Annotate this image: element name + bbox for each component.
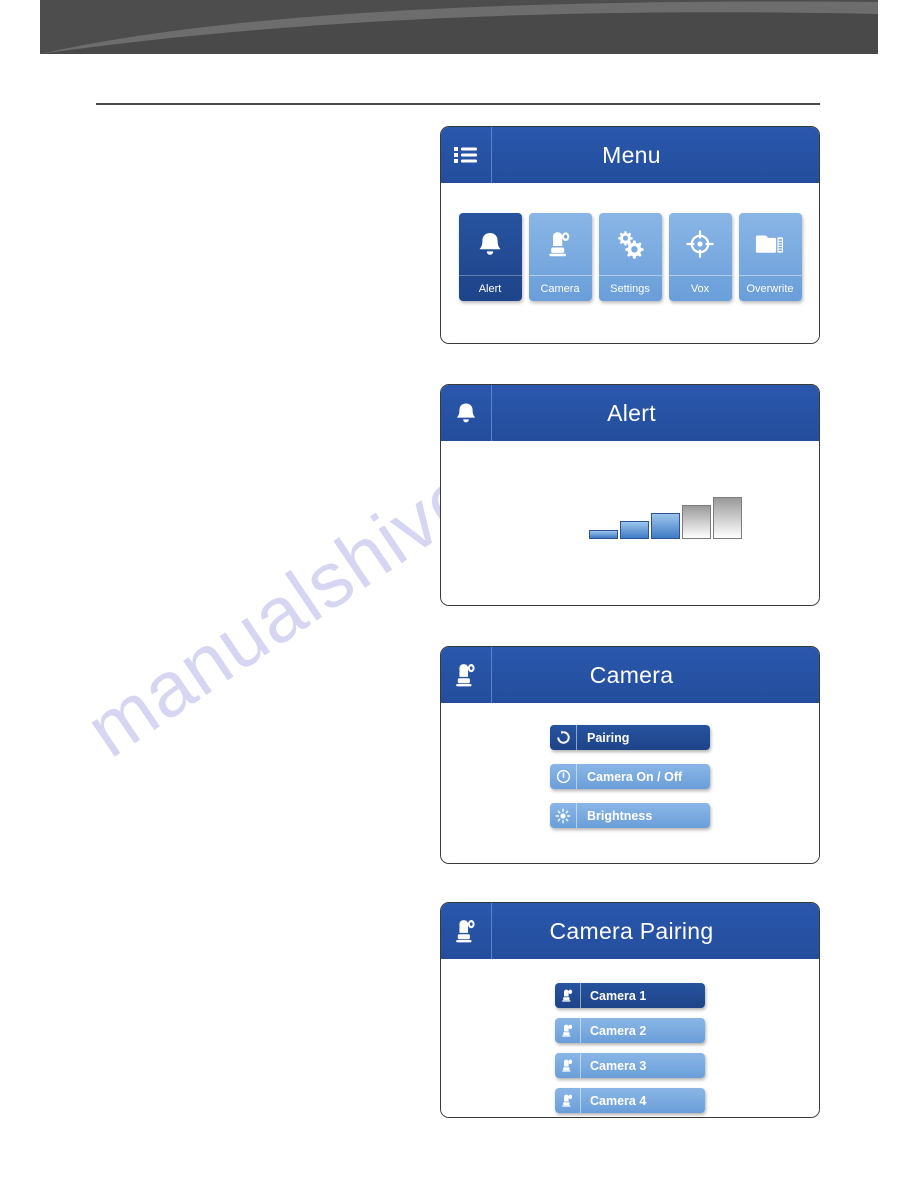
camera-option-list: Pairing Camera On / Off Brightness — [441, 703, 819, 828]
folder-sd-icon — [739, 213, 802, 275]
refresh-circle-icon — [550, 725, 577, 750]
camera-title-bar: Camera — [441, 647, 819, 703]
menu-tile-row: Alert Camera Settings Vox Overwrite — [441, 183, 819, 301]
alert-title-text: Alert — [607, 399, 656, 426]
bell-glyph — [456, 403, 476, 423]
camera-option-on-off-label: Camera On / Off — [587, 769, 683, 784]
pairing-title-bar: Camera Pairing — [441, 903, 819, 959]
camera-glyph — [456, 919, 475, 943]
menu-tile-alert-label: Alert — [458, 275, 522, 301]
screen-camera: Camera Pairing Camera On / Off Brightnes… — [440, 646, 820, 864]
pairing-camera-4-label: Camera 4 — [590, 1093, 647, 1108]
page-header-banner — [40, 0, 878, 54]
menu-tile-overwrite[interactable]: Overwrite — [738, 213, 802, 301]
camera-glyph — [562, 1059, 573, 1072]
power-circle-icon — [550, 764, 577, 789]
camera-glyph — [562, 989, 573, 1002]
volume-segment-5[interactable] — [713, 497, 742, 539]
gears-glyph — [618, 231, 644, 259]
camera-icon — [529, 213, 592, 275]
camera-option-brightness-label: Brightness — [587, 808, 653, 823]
menu-title-text: Menu — [602, 141, 661, 168]
camera-icon — [441, 903, 492, 959]
alert-body — [441, 441, 819, 605]
hamburger-menu-glyph — [454, 147, 477, 163]
camera-icon — [441, 647, 492, 703]
crosshair-glyph — [686, 230, 714, 258]
pairing-camera-3[interactable]: Camera 3 — [555, 1053, 705, 1078]
bell-glyph — [479, 233, 501, 255]
banner-swoosh-graphic — [40, 0, 878, 54]
camera-title-text: Camera — [589, 661, 674, 688]
refresh-circle-glyph — [556, 730, 570, 744]
camera-icon — [555, 1088, 581, 1113]
hamburger-menu-icon[interactable] — [441, 127, 492, 183]
volume-segment-1[interactable] — [589, 530, 618, 539]
alert-title-bar: Alert — [441, 385, 819, 441]
camera-icon — [555, 1018, 581, 1043]
pairing-body: Camera 1 Camera 2 Camera 3 Camera 4 — [441, 959, 819, 1117]
camera-option-on-off[interactable]: Camera On / Off — [550, 764, 710, 789]
alert-volume-meter[interactable] — [589, 497, 742, 539]
volume-segment-4[interactable] — [682, 505, 711, 539]
pairing-camera-1-label: Camera 1 — [590, 988, 647, 1003]
crosshair-icon — [669, 213, 732, 275]
menu-tile-alert[interactable]: Alert — [458, 213, 522, 301]
screen-camera-pairing: Camera Pairing Camera 1 Camera 2 Camera … — [440, 902, 820, 1118]
camera-glyph — [456, 663, 475, 687]
camera-glyph — [562, 1024, 573, 1037]
gears-icon — [599, 213, 662, 275]
camera-option-pairing-label: Pairing — [587, 730, 630, 745]
volume-segment-3[interactable] — [651, 513, 680, 539]
pairing-camera-4[interactable]: Camera 4 — [555, 1088, 705, 1113]
camera-option-brightness[interactable]: Brightness — [550, 803, 710, 828]
pairing-camera-1[interactable]: Camera 1 — [555, 983, 705, 1008]
sun-icon — [550, 803, 577, 828]
bell-icon — [459, 213, 522, 275]
pairing-camera-2-label: Camera 2 — [590, 1023, 647, 1038]
pairing-camera-3-label: Camera 3 — [590, 1058, 647, 1073]
menu-tile-settings[interactable]: Settings — [598, 213, 662, 301]
camera-glyph — [562, 1094, 573, 1107]
menu-tile-camera-label: Camera — [528, 275, 592, 301]
pairing-camera-list: Camera 1 Camera 2 Camera 3 Camera 4 — [441, 959, 819, 1113]
power-circle-glyph — [556, 769, 570, 784]
screen-menu: Menu Alert Camera Settings Vox Overwrite — [440, 126, 820, 344]
menu-tile-camera[interactable]: Camera — [528, 213, 592, 301]
menu-tile-vox-label: Vox — [668, 275, 732, 301]
menu-title-bar: Menu — [441, 127, 819, 183]
camera-body: Pairing Camera On / Off Brightness — [441, 703, 819, 863]
menu-tile-settings-label: Settings — [598, 275, 662, 301]
menu-tile-vox[interactable]: Vox — [668, 213, 732, 301]
camera-glyph — [549, 232, 570, 257]
screen-alert: Alert — [440, 384, 820, 606]
camera-option-pairing[interactable]: Pairing — [550, 725, 710, 750]
sun-glyph — [555, 808, 571, 823]
menu-body: Alert Camera Settings Vox Overwrite — [441, 183, 819, 343]
camera-icon — [555, 1053, 581, 1078]
camera-icon — [555, 983, 581, 1008]
pairing-title-text: Camera Pairing — [549, 917, 714, 944]
volume-segment-2[interactable] — [620, 521, 649, 539]
menu-tile-overwrite-label: Overwrite — [738, 275, 802, 301]
content-divider-rule — [96, 103, 820, 105]
pairing-camera-2[interactable]: Camera 2 — [555, 1018, 705, 1043]
bell-icon — [441, 385, 492, 441]
folder-sd-glyph — [755, 235, 783, 253]
